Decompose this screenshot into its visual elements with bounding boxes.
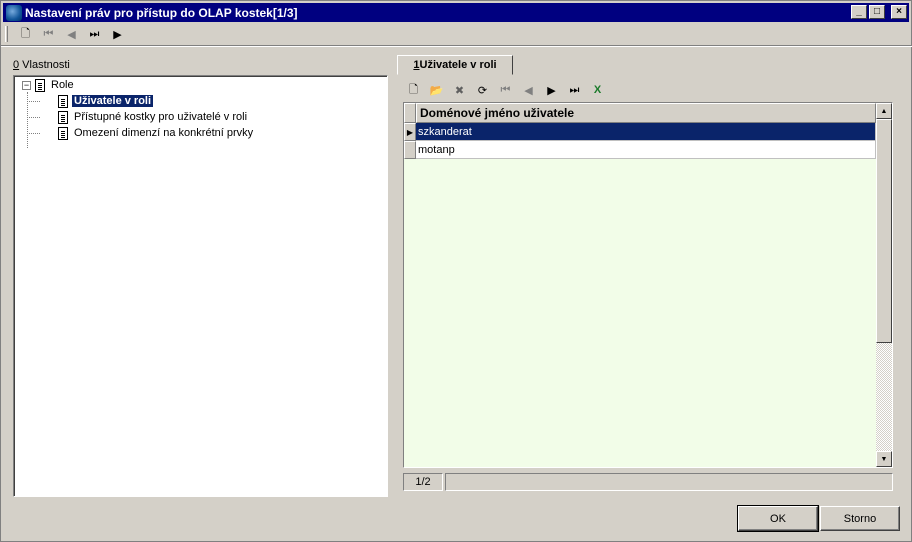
window-title: Nastavení práv pro přístup do OLAP koste…	[25, 5, 298, 20]
properties-label-text: Vlastnosti	[19, 59, 70, 71]
document-icon	[58, 110, 68, 124]
document-icon	[35, 78, 45, 92]
app-icon	[6, 4, 22, 21]
delete-button[interactable]: ✖	[448, 81, 471, 99]
record-position: 1/2	[403, 473, 443, 491]
excel-export-button[interactable]: X	[586, 81, 609, 99]
table-cell[interactable]: motanp	[416, 141, 876, 159]
grid-toolbar: 🗋 📂 ✖ ⟳ ⏮ ◀ ▶ ⏭ X	[402, 80, 609, 100]
ok-button[interactable]: OK	[737, 505, 819, 532]
tab-label: Uživatele v roli	[419, 59, 497, 71]
dialog-window: Nastavení práv pro přístup do OLAP koste…	[0, 0, 912, 542]
tree-connector	[27, 101, 40, 102]
toolbar-grip[interactable]	[5, 26, 8, 42]
open-folder-icon: 📂	[429, 84, 444, 97]
tree-node-accessible-cubes[interactable]: Přístupné kostky pro uživatelé v roli	[58, 109, 249, 125]
next-record-button[interactable]: ▶	[540, 81, 563, 99]
tree-node-label: Přístupné kostky pro uživatelé v roli	[74, 111, 248, 123]
new-record-icon: 🗋	[409, 83, 418, 96]
row-indicator-icon[interactable]	[404, 141, 416, 159]
refresh-button[interactable]: ⟳	[471, 81, 494, 99]
grid-header: Doménové jméno uživatele	[404, 103, 876, 123]
previous-record-button[interactable]: ◀	[60, 25, 83, 43]
next-record-icon: ▶	[113, 28, 122, 41]
cancel-button[interactable]: Storno	[820, 506, 900, 531]
title-bar[interactable]: Nastavení práv pro přístup do OLAP koste…	[3, 3, 909, 22]
first-record-button[interactable]: ⏮	[37, 25, 60, 43]
table-cell[interactable]: szkanderat	[416, 123, 876, 141]
properties-tree[interactable]: − Role Uživatele v roli Přístupné kostky…	[13, 75, 388, 497]
row-indicator-header	[404, 103, 416, 123]
row-indicator-icon[interactable]: ▶	[404, 123, 416, 141]
tree-connector	[27, 117, 40, 118]
tree-node-label: Role	[51, 79, 74, 91]
tree-connector	[27, 133, 40, 134]
first-record-icon: ⏮	[500, 83, 511, 96]
status-panel	[445, 473, 893, 491]
last-record-icon: ⏭	[89, 27, 100, 40]
delete-icon: ✖	[454, 84, 465, 97]
tab-users-in-role[interactable]: 1 Uživatele v roli	[397, 55, 513, 75]
tree-node-label: Uživatele v roli	[72, 95, 154, 107]
table-row[interactable]: motanp	[404, 141, 876, 159]
vertical-scrollbar[interactable]: ▲ ▼	[876, 103, 892, 467]
tree-node-role[interactable]: − Role	[22, 77, 76, 93]
new-record-button[interactable]: 🗋	[402, 81, 425, 99]
tree-node-users-in-role[interactable]: Uživatele v roli	[58, 93, 154, 109]
tree-node-label: Omezení dimenzí na konkrétní prvky	[74, 127, 254, 139]
document-icon	[58, 126, 68, 140]
main-toolbar: 🗋 ⏮ ◀ ⏭ ▶	[5, 25, 205, 43]
next-record-icon: ▶	[547, 84, 556, 97]
open-button[interactable]: 📂	[425, 81, 448, 99]
scroll-down-icon[interactable]: ▼	[876, 451, 892, 467]
refresh-icon: ⟳	[477, 84, 488, 97]
last-record-button[interactable]: ⏭	[563, 81, 586, 99]
tree-node-dimension-restrictions[interactable]: Omezení dimenzí na konkrétní prvky	[58, 125, 255, 141]
properties-label: 0 Vlastnosti	[13, 59, 70, 71]
minimize-button[interactable]: _	[851, 5, 867, 19]
users-grid[interactable]: Doménové jméno uživatele ▶ szkanderat mo…	[403, 102, 893, 468]
first-record-icon: ⏮	[43, 27, 54, 40]
column-header-domain-user[interactable]: Doménové jméno uživatele	[416, 103, 876, 123]
previous-record-icon: ◀	[524, 84, 533, 97]
collapse-icon[interactable]: −	[22, 80, 31, 90]
scroll-up-icon[interactable]: ▲	[876, 103, 892, 119]
previous-record-icon: ◀	[67, 28, 76, 41]
scrollbar-thumb[interactable]	[876, 119, 892, 343]
table-row[interactable]: ▶ szkanderat	[404, 123, 876, 141]
last-record-button[interactable]: ⏭	[83, 25, 106, 43]
new-document-button[interactable]: 🗋	[14, 25, 37, 43]
first-record-button[interactable]: ⏮	[494, 81, 517, 99]
close-button[interactable]: ×	[891, 5, 907, 19]
excel-export-icon: X	[593, 84, 602, 96]
last-record-icon: ⏭	[569, 83, 580, 96]
new-document-icon: 🗋	[21, 27, 30, 40]
previous-record-button[interactable]: ◀	[517, 81, 540, 99]
next-record-button[interactable]: ▶	[106, 25, 129, 43]
document-icon	[58, 94, 68, 108]
grid-status-bar: 1/2	[403, 473, 893, 491]
maximize-button[interactable]: □	[869, 5, 885, 19]
toolbar-divider	[1, 45, 912, 47]
